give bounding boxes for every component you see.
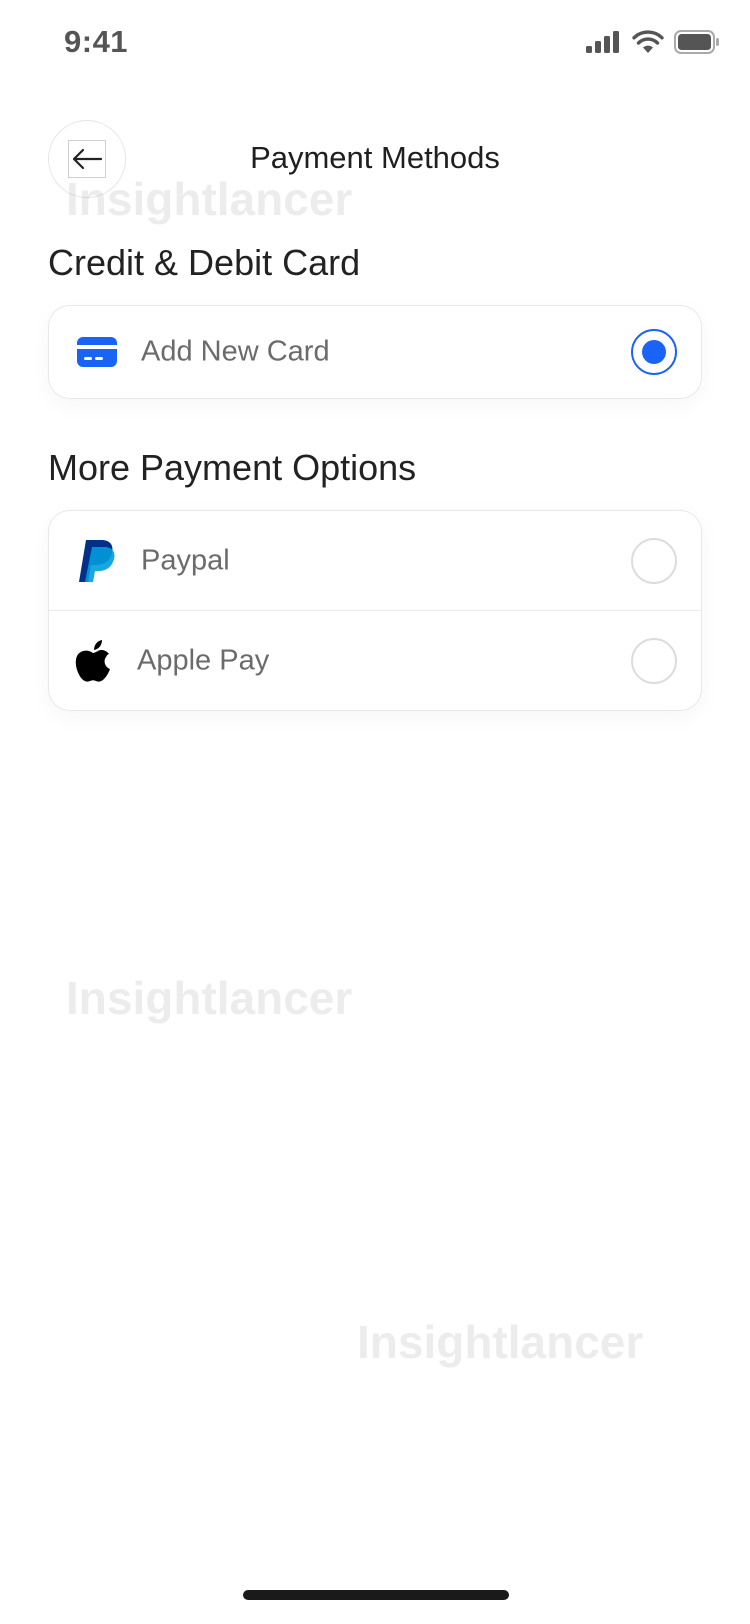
apple-pay-radio[interactable] [631,637,677,684]
paypal-option[interactable]: Paypal [49,511,701,610]
paypal-radio[interactable] [631,537,677,584]
paypal-label: Paypal [141,544,230,576]
paypal-icon [75,539,119,583]
page-title: Payment Methods [250,140,500,175]
add-new-card-label: Add New Card [141,335,330,368]
more-options-section-title: More Payment Options [48,447,417,488]
battery-icon [674,30,719,54]
more-options-list: Paypal Apple Pay [48,510,702,711]
add-new-card-option[interactable]: Add New Card [49,306,701,398]
cellular-signal-icon [586,31,619,53]
wifi-icon [632,30,664,53]
apple-icon [71,639,115,683]
status-time: 9:41 [64,24,129,59]
add-new-card-radio[interactable] [631,329,677,375]
status-icons [586,30,720,54]
credit-section-title: Credit & Debit Card [48,242,361,283]
apple-pay-label: Apple Pay [137,644,270,676]
credit-card-list: Add New Card [48,305,702,399]
home-indicator[interactable] [243,1590,509,1600]
apple-pay-option[interactable]: Apple Pay [49,610,701,710]
watermark: Insightlancer [66,972,353,1024]
watermark: Insightlancer [357,1316,644,1368]
credit-card-icon [75,330,119,374]
